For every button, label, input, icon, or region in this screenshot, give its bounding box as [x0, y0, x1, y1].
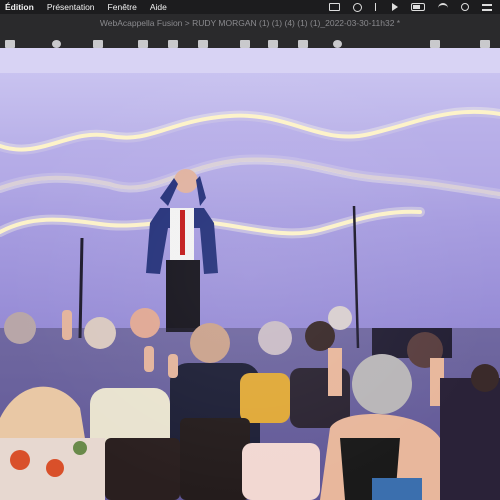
tile-icon[interactable] [240, 40, 250, 48]
window-toolbar [0, 31, 500, 49]
play-icon[interactable] [392, 3, 398, 11]
layout-icon[interactable] [298, 40, 308, 48]
list-icon[interactable] [268, 40, 278, 48]
menu-list: Édition Présentation Fenêtre Aide [0, 2, 167, 12]
menu-edit[interactable]: Édition [5, 2, 34, 12]
grid-icon[interactable] [93, 40, 103, 48]
time-machine-icon[interactable] [353, 2, 362, 12]
bluetooth-icon[interactable] [375, 3, 379, 11]
zoom-icon[interactable] [333, 40, 342, 48]
video-viewer[interactable] [0, 48, 500, 500]
search-icon[interactable] [461, 3, 469, 11]
share-icon[interactable] [480, 40, 490, 48]
loop-icon[interactable] [52, 40, 61, 48]
window-title: WebAcappella Fusion > RUDY MORGAN (1) (1… [99, 17, 401, 28]
settings-icon[interactable] [430, 40, 440, 48]
menu-window[interactable]: Fenêtre [108, 2, 137, 12]
control-center-icon[interactable] [482, 3, 492, 11]
wifi-icon[interactable] [438, 3, 448, 11]
window-titlebar: WebAcappella Fusion > RUDY MORGAN (1) (1… [0, 14, 500, 31]
macos-menubar: Édition Présentation Fenêtre Aide [0, 0, 500, 14]
battery-icon[interactable] [411, 3, 425, 11]
video-frame [0, 48, 500, 500]
menu-help[interactable]: Aide [150, 2, 167, 12]
crop-icon[interactable] [168, 40, 178, 48]
frame-icon[interactable] [138, 40, 148, 48]
sidebar-icon[interactable] [5, 40, 15, 48]
menu-presentation[interactable]: Présentation [47, 2, 95, 12]
status-area [329, 2, 500, 12]
media-icon[interactable] [198, 40, 208, 48]
screen-mirror-icon[interactable] [329, 3, 340, 11]
